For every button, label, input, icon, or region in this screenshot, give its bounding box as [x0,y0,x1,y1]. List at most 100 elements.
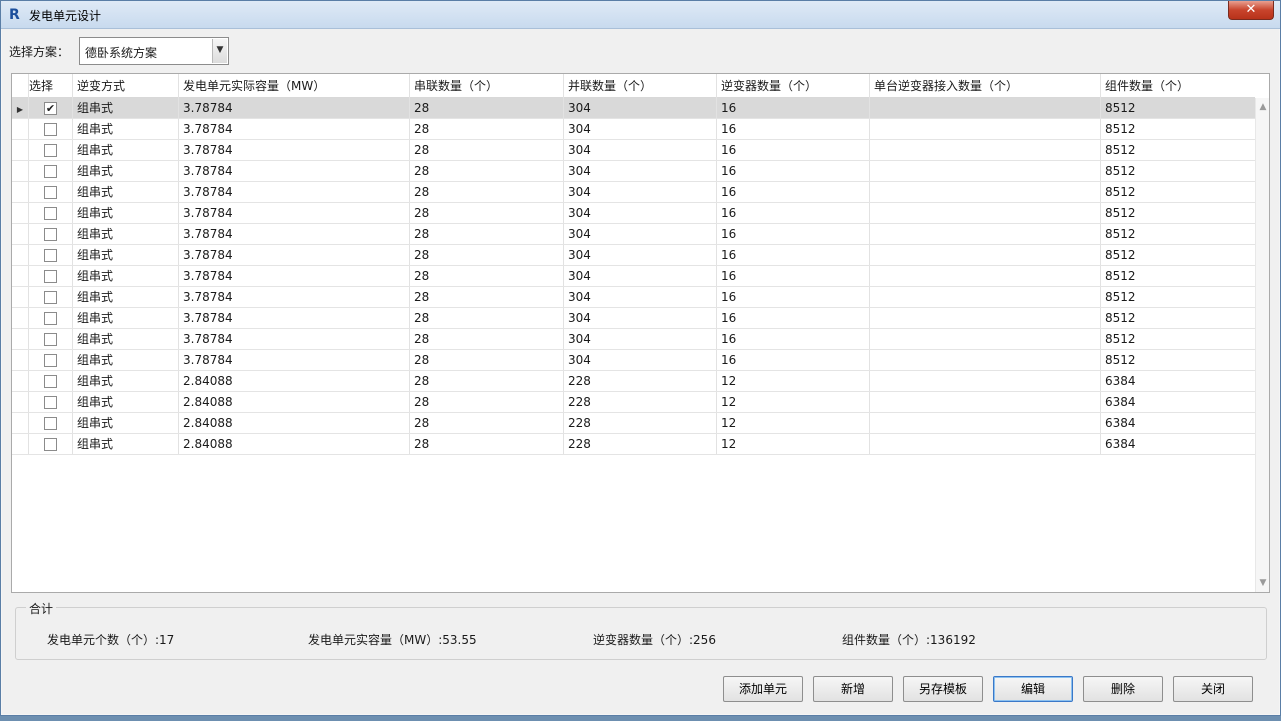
row-checkbox[interactable] [44,249,57,262]
window-close-button[interactable]: ✕ [1228,1,1274,20]
cell-mode[interactable]: 组串式 [73,266,179,286]
cell-mode[interactable]: 组串式 [73,413,179,433]
cell-capacity[interactable]: 2.84088 [179,392,410,412]
table-row[interactable]: 组串式 3.78784 28 304 16 8512 [12,119,1255,140]
cell-capacity[interactable]: 2.84088 [179,434,410,454]
cell-series[interactable]: 28 [410,161,564,181]
row-header-cell[interactable] [12,140,29,160]
row-header-cell[interactable] [12,434,29,454]
cell-mode[interactable]: 组串式 [73,287,179,307]
table-row[interactable]: 组串式 2.84088 28 228 12 6384 [12,434,1255,455]
table-row[interactable]: 组串式 3.78784 28 304 16 8512 [12,140,1255,161]
row-checkbox[interactable] [44,186,57,199]
cell-mode[interactable]: 组串式 [73,245,179,265]
cell-capacity[interactable]: 3.78784 [179,98,410,118]
table-row[interactable]: 组串式 3.78784 28 304 16 8512 [12,266,1255,287]
cell-modules[interactable]: 6384 [1101,371,1255,391]
column-header-capacity[interactable]: 发电单元实际容量（MW） [179,74,410,98]
column-header-select[interactable]: 选择 [29,74,73,98]
cell-modules[interactable]: 8512 [1101,287,1255,307]
vertical-scrollbar[interactable]: ▲ ▼ [1255,98,1269,592]
cell-inverters[interactable]: 16 [717,329,870,349]
cell-capacity[interactable]: 3.78784 [179,224,410,244]
row-header-cell[interactable] [12,413,29,433]
cell-parallel[interactable]: 304 [564,182,717,202]
delete-button[interactable]: 删除 [1083,676,1163,702]
cell-mode[interactable]: 组串式 [73,119,179,139]
edit-button[interactable]: 编辑 [993,676,1073,702]
column-header-per-inverter[interactable]: 单台逆变器接入数量（个） [870,74,1101,98]
scroll-up-icon[interactable]: ▲ [1256,100,1270,114]
cell-per-inverter[interactable] [870,329,1101,349]
row-checkbox[interactable] [44,417,57,430]
column-header-inverters[interactable]: 逆变器数量（个） [717,74,870,98]
table-row[interactable]: ▶ ✔ 组串式 3.78784 28 304 16 8512 [12,98,1255,119]
row-header-cell[interactable] [12,329,29,349]
cell-modules[interactable]: 8512 [1101,266,1255,286]
cell-series[interactable]: 28 [410,392,564,412]
cell-parallel[interactable]: 304 [564,119,717,139]
row-checkbox[interactable]: ✔ [44,102,57,115]
title-bar[interactable]: R 发电单元设计 ✕ [1,1,1280,29]
cell-inverters[interactable]: 16 [717,161,870,181]
cell-per-inverter[interactable] [870,287,1101,307]
cell-series[interactable]: 28 [410,224,564,244]
row-header-cell[interactable] [12,350,29,370]
table-row[interactable]: 组串式 2.84088 28 228 12 6384 [12,413,1255,434]
cell-capacity[interactable]: 3.78784 [179,140,410,160]
cell-parallel[interactable]: 304 [564,161,717,181]
cell-parallel[interactable]: 304 [564,266,717,286]
cell-mode[interactable]: 组串式 [73,98,179,118]
cell-series[interactable]: 28 [410,371,564,391]
cell-modules[interactable]: 8512 [1101,140,1255,160]
cell-series[interactable]: 28 [410,266,564,286]
scheme-dropdown[interactable]: 德卧系统方案 ▼ [79,37,229,65]
cell-inverters[interactable]: 16 [717,308,870,328]
cell-series[interactable]: 28 [410,350,564,370]
cell-parallel[interactable]: 304 [564,203,717,223]
scroll-down-icon[interactable]: ▼ [1256,576,1270,590]
cell-inverters[interactable]: 16 [717,203,870,223]
cell-series[interactable]: 28 [410,413,564,433]
cell-series[interactable]: 28 [410,434,564,454]
cell-parallel[interactable]: 304 [564,98,717,118]
cell-per-inverter[interactable] [870,140,1101,160]
row-header-cell[interactable] [12,266,29,286]
row-header-cell[interactable] [12,392,29,412]
table-row[interactable]: 组串式 2.84088 28 228 12 6384 [12,392,1255,413]
row-checkbox[interactable] [44,144,57,157]
column-header-modules[interactable]: 组件数量（个） [1101,74,1255,98]
cell-mode[interactable]: 组串式 [73,434,179,454]
cell-capacity[interactable]: 3.78784 [179,350,410,370]
cell-per-inverter[interactable] [870,266,1101,286]
cell-per-inverter[interactable] [870,224,1101,244]
cell-modules[interactable]: 8512 [1101,245,1255,265]
row-checkbox[interactable] [44,228,57,241]
cell-series[interactable]: 28 [410,182,564,202]
cell-mode[interactable]: 组串式 [73,392,179,412]
column-header-series[interactable]: 串联数量（个） [410,74,564,98]
row-checkbox[interactable] [44,165,57,178]
table-row[interactable]: 组串式 3.78784 28 304 16 8512 [12,287,1255,308]
cell-modules[interactable]: 8512 [1101,182,1255,202]
cell-parallel[interactable]: 304 [564,350,717,370]
table-row[interactable]: 组串式 3.78784 28 304 16 8512 [12,245,1255,266]
row-checkbox[interactable] [44,291,57,304]
cell-mode[interactable]: 组串式 [73,350,179,370]
cell-capacity[interactable]: 3.78784 [179,245,410,265]
row-header-cell[interactable] [12,119,29,139]
row-checkbox[interactable] [44,438,57,451]
cell-capacity[interactable]: 3.78784 [179,182,410,202]
cell-per-inverter[interactable] [870,98,1101,118]
cell-inverters[interactable]: 16 [717,245,870,265]
cell-inverters[interactable]: 16 [717,350,870,370]
cell-parallel[interactable]: 304 [564,140,717,160]
cell-parallel[interactable]: 304 [564,287,717,307]
cell-modules[interactable]: 6384 [1101,392,1255,412]
table-row[interactable]: 组串式 3.78784 28 304 16 8512 [12,182,1255,203]
cell-mode[interactable]: 组串式 [73,161,179,181]
cell-capacity[interactable]: 3.78784 [179,329,410,349]
table-row[interactable]: 组串式 3.78784 28 304 16 8512 [12,308,1255,329]
cell-parallel[interactable]: 304 [564,308,717,328]
row-checkbox[interactable] [44,333,57,346]
